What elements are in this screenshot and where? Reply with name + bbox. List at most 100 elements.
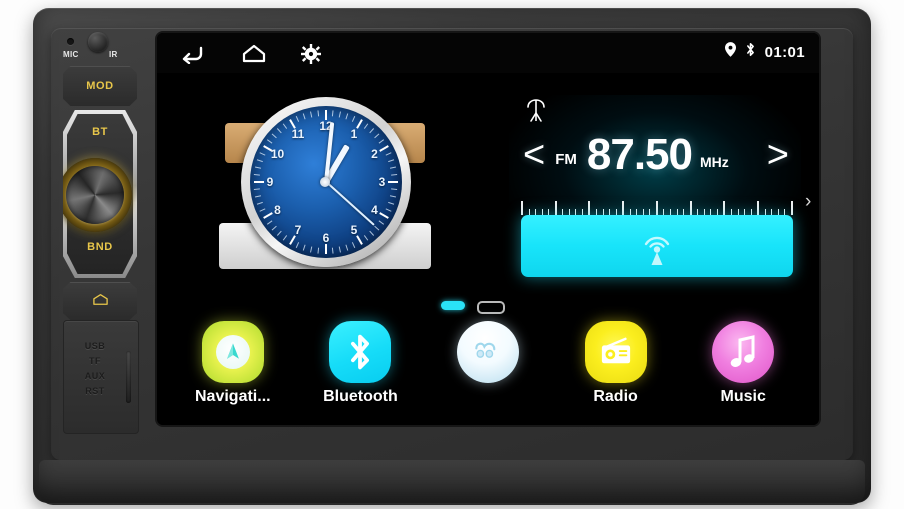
next-page-chevron-icon[interactable]: › [805,191,811,213]
clock-face: 12 1 2 3 4 5 6 7 8 9 10 11 [250,106,402,258]
clock-tick [266,139,273,144]
tuner-bar[interactable] [521,215,793,277]
clock-tick [391,173,398,176]
clock-tick [369,128,375,134]
radio-band-label: FM [555,150,577,168]
broadcast-tower-icon [637,225,677,267]
bt-knob-bnd-group: BT BND [63,110,137,278]
radio-widget[interactable]: < FM 87.50 MHz > [509,95,801,295]
clock-tick [385,208,392,212]
clock-tick [282,123,288,129]
status-bar: 01:01 [157,33,819,73]
clock-tick [271,225,277,231]
clock-numeral: 6 [322,231,330,245]
status-clock: 01:01 [764,43,805,61]
navigation-compass-icon [201,321,264,383]
ir-receiver-lens [88,32,108,52]
car-stereo-head-unit: MIC IR MOD BT BND USB TF AUX RST 01:01 1… [33,8,871,505]
clock-numeral: 4 [371,203,378,217]
home-icon[interactable] [241,42,267,64]
tuner-tick [689,201,692,215]
clock-numeral: 2 [371,147,378,161]
bnd-button[interactable]: BND [67,241,133,253]
analog-clock-widget[interactable]: 12 1 2 3 4 5 6 7 8 9 10 11 [219,95,431,287]
clock-bezel: 12 1 2 3 4 5 6 7 8 9 10 11 [241,97,411,267]
tuner-tick [554,201,557,215]
app-bluetooth[interactable]: Bluetooth [304,321,416,406]
clock-tick [317,110,320,117]
tuner-tick [757,201,760,215]
tuner-tick [790,201,793,215]
clock-tick [338,246,341,253]
tuner-control[interactable] [513,199,797,285]
tuner-scale-ticks [521,199,793,215]
back-arrow-icon[interactable] [179,42,205,65]
clock-tick [351,242,356,248]
clock-tick [388,159,395,163]
clock-tick [378,220,385,225]
clock-tick [256,159,263,163]
microphone-hole [67,38,74,45]
device-bottom-chassis [39,460,865,505]
port-label-usb: USB [84,341,106,351]
clock-tick [363,235,369,241]
clock-tick [271,133,277,139]
app-label-music: Music [720,388,766,405]
tuner-tick [622,201,625,215]
clock-tick [253,173,260,176]
gear-icon[interactable] [301,44,321,64]
app-weather[interactable] [432,321,544,388]
tuner-tick [588,201,591,215]
clock-tick [338,111,341,118]
port-labels: USB TF AUX RST [64,339,126,399]
clock-tick [324,244,327,254]
bt-button[interactable]: BT [67,126,133,138]
clock-tick [389,166,397,169]
prev-station-button[interactable]: < [523,136,545,174]
port-cover-door[interactable]: USB TF AUX RST [63,320,139,434]
clock-tick [295,242,300,248]
page-dot-2[interactable] [477,301,505,314]
clock-numeral: 5 [350,223,358,238]
clock-tick [331,110,334,117]
port-label-tf: TF [89,356,101,366]
touchscreen-display[interactable]: 01:01 12 1 2 3 4 5 6 7 8 9 10 11 < FM 87… [157,33,819,425]
home-button[interactable] [63,282,137,320]
page-dot-1[interactable] [441,301,465,310]
clock-center-cap [320,177,330,187]
clock-tick [295,116,300,122]
clock-tick [391,188,398,191]
clock-tick [254,195,262,198]
clock-numeral: 8 [274,203,281,217]
clock-tick [253,188,260,191]
clock-tick [369,230,375,236]
antenna-icon [525,99,547,123]
clock-tick [351,116,356,122]
location-pin-icon [724,42,736,62]
app-music[interactable]: Music [687,321,799,406]
clock-tick [266,220,273,225]
hardware-control-column: MIC IR MOD BT BND USB TF AUX RST [61,30,141,434]
app-label-bluetooth: Bluetooth [323,388,398,405]
clock-tick [254,166,262,169]
hardware-button-stack: MOD BT BND [63,66,137,320]
clock-tick [276,230,282,236]
next-station-button[interactable]: > [767,136,789,174]
clock-numeral: 7 [294,223,302,238]
cloud-icon [456,321,519,383]
clock-tick [317,247,320,254]
clock-tick [388,201,395,205]
clock-numeral: 1 [350,126,358,141]
tuner-tick [723,201,726,215]
app-navigation[interactable]: Navigati... [177,321,289,406]
frequency-row: < FM 87.50 MHz > [509,127,801,183]
app-label-navigation: Navigati... [195,388,271,405]
home-icon [92,283,108,305]
mod-button[interactable]: MOD [63,66,137,106]
volume-knob[interactable] [63,158,132,232]
bluetooth-icon [745,42,756,62]
clock-tick [310,111,313,118]
clock-tick [331,247,334,254]
door-grip [126,351,131,403]
app-radio[interactable]: Radio [560,321,672,406]
